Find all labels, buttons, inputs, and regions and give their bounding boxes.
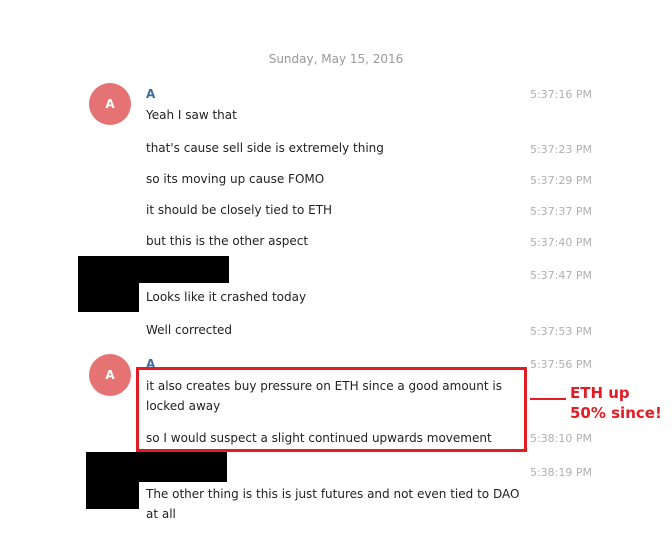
message-text: that's cause sell side is extremely thin… (146, 141, 384, 155)
avatar-letter: A (105, 97, 115, 111)
redacted-avatar (78, 256, 139, 312)
message-text: Yeah I saw that (146, 108, 237, 122)
message-timestamp: 5:37:40 PM (529, 236, 592, 249)
message-timestamp: 5:37:29 PM (529, 174, 592, 187)
annotation-connector (530, 398, 566, 400)
message-timestamp: 5:37:56 PM (529, 358, 592, 371)
message-timestamp: 5:37:16 PM (529, 88, 592, 101)
avatar[interactable]: A (89, 354, 131, 396)
message-text: Looks like it crashed today (146, 290, 307, 304)
highlight-box (136, 367, 527, 452)
message-timestamp: 5:38:19 PM (529, 466, 592, 479)
message-timestamp: 5:37:53 PM (529, 325, 592, 338)
message-text: Well corrected (146, 323, 233, 337)
message-text: it should be closely tied to ETH (146, 203, 333, 217)
redacted-avatar (86, 452, 139, 509)
message-text: The other thing is this is just futures … (146, 487, 520, 521)
avatar[interactable]: A (89, 83, 131, 125)
annotation-text: ETH up 50% since! (570, 384, 662, 422)
avatar-letter: A (105, 368, 115, 382)
redacted-sender-name (139, 256, 229, 283)
message-text: so its moving up cause FOMO (146, 172, 325, 186)
date-header: Sunday, May 15, 2016 (268, 52, 404, 66)
message-timestamp: 5:37:47 PM (529, 269, 592, 282)
message-text: but this is the other aspect (146, 234, 309, 248)
message-timestamp: 5:37:37 PM (529, 205, 592, 218)
redacted-sender-name (139, 452, 227, 482)
message-timestamp: 5:38:10 PM (529, 432, 592, 445)
message-timestamp: 5:37:23 PM (529, 143, 592, 156)
sender-name[interactable]: A (146, 87, 155, 101)
